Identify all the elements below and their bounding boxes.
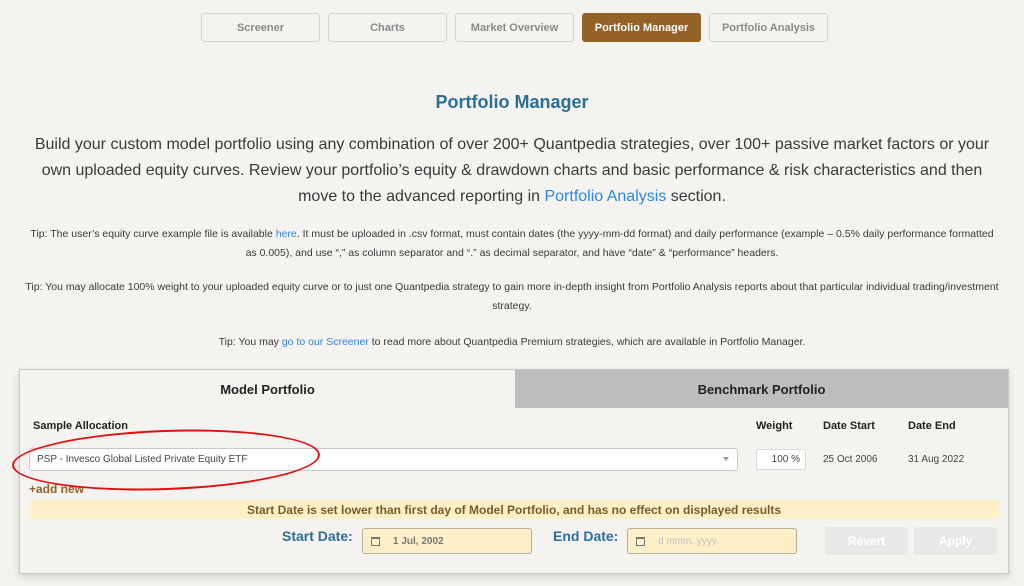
top-nav: Screener Charts Market Overview Portfoli…	[201, 13, 828, 42]
calendar-icon	[371, 536, 380, 546]
add-new-link[interactable]: +add new	[29, 482, 84, 496]
nav-charts[interactable]: Charts	[328, 13, 447, 42]
tip-screener: Tip: You may go to our Screener to read …	[25, 333, 999, 352]
end-date-label: End Date:	[553, 528, 619, 544]
row-date-start: 25 Oct 2006	[823, 454, 878, 465]
start-date-value: 1 Jul, 2002	[393, 535, 444, 547]
start-date-input[interactable]: 1 Jul, 2002	[362, 528, 532, 554]
column-header-date-end: Date End	[908, 420, 956, 432]
nav-market-overview[interactable]: Market Overview	[455, 13, 574, 42]
intro-text: Build your custom model portfolio using …	[34, 136, 990, 205]
intro-paragraph: Build your custom model portfolio using …	[20, 132, 1004, 210]
tab-benchmark-portfolio[interactable]: Benchmark Portfolio	[515, 370, 1008, 408]
page-title: Portfolio Manager	[435, 92, 589, 112]
tip-upload-format: Tip: The user’s equity curve example fil…	[25, 225, 999, 263]
revert-button[interactable]: Revert	[825, 527, 908, 555]
column-header-allocation: Sample Allocation	[33, 420, 128, 432]
allocation-select-value: PSP - Invesco Global Listed Private Equi…	[37, 454, 248, 465]
end-date-placeholder: d mmm, yyyy	[658, 535, 717, 547]
calendar-icon	[636, 536, 645, 546]
allocation-select[interactable]: PSP - Invesco Global Listed Private Equi…	[29, 448, 738, 471]
tip-text: Tip: The user’s equity curve example fil…	[30, 228, 276, 240]
nav-portfolio-manager[interactable]: Portfolio Manager	[582, 13, 701, 42]
column-header-date-start: Date Start	[823, 420, 875, 432]
example-file-link[interactable]: here	[276, 228, 297, 240]
tip-allocation: Tip: You may allocate 100% weight to you…	[25, 281, 999, 312]
chevron-down-icon	[723, 457, 729, 461]
nav-portfolio-analysis[interactable]: Portfolio Analysis	[709, 13, 828, 42]
portfolio-tabs: Model Portfolio Benchmark Portfolio	[20, 370, 1008, 408]
screener-link[interactable]: go to our Screener	[282, 336, 369, 348]
tab-model-portfolio[interactable]: Model Portfolio	[20, 370, 515, 408]
column-header-weight: Weight	[756, 420, 793, 432]
start-date-label: Start Date:	[282, 528, 353, 544]
tip-text: to read more about Quantpedia Premium st…	[368, 336, 806, 348]
tip-text: Tip: You may	[218, 336, 282, 348]
portfolio-analysis-link[interactable]: Portfolio Analysis	[544, 188, 666, 205]
nav-screener[interactable]: Screener	[201, 13, 320, 42]
warning-banner: Start Date is set lower than first day o…	[29, 500, 999, 519]
portfolio-panel: Model Portfolio Benchmark Portfolio Samp…	[19, 369, 1009, 574]
weight-input[interactable]: 100 %	[756, 449, 806, 470]
end-date-input[interactable]: d mmm, yyyy	[627, 528, 797, 554]
intro-text-end: section.	[666, 188, 726, 205]
row-date-end: 31 Aug 2022	[908, 454, 965, 465]
apply-button[interactable]: Apply	[914, 527, 997, 555]
tip-text: . It must be uploaded in .csv format, mu…	[245, 228, 994, 259]
